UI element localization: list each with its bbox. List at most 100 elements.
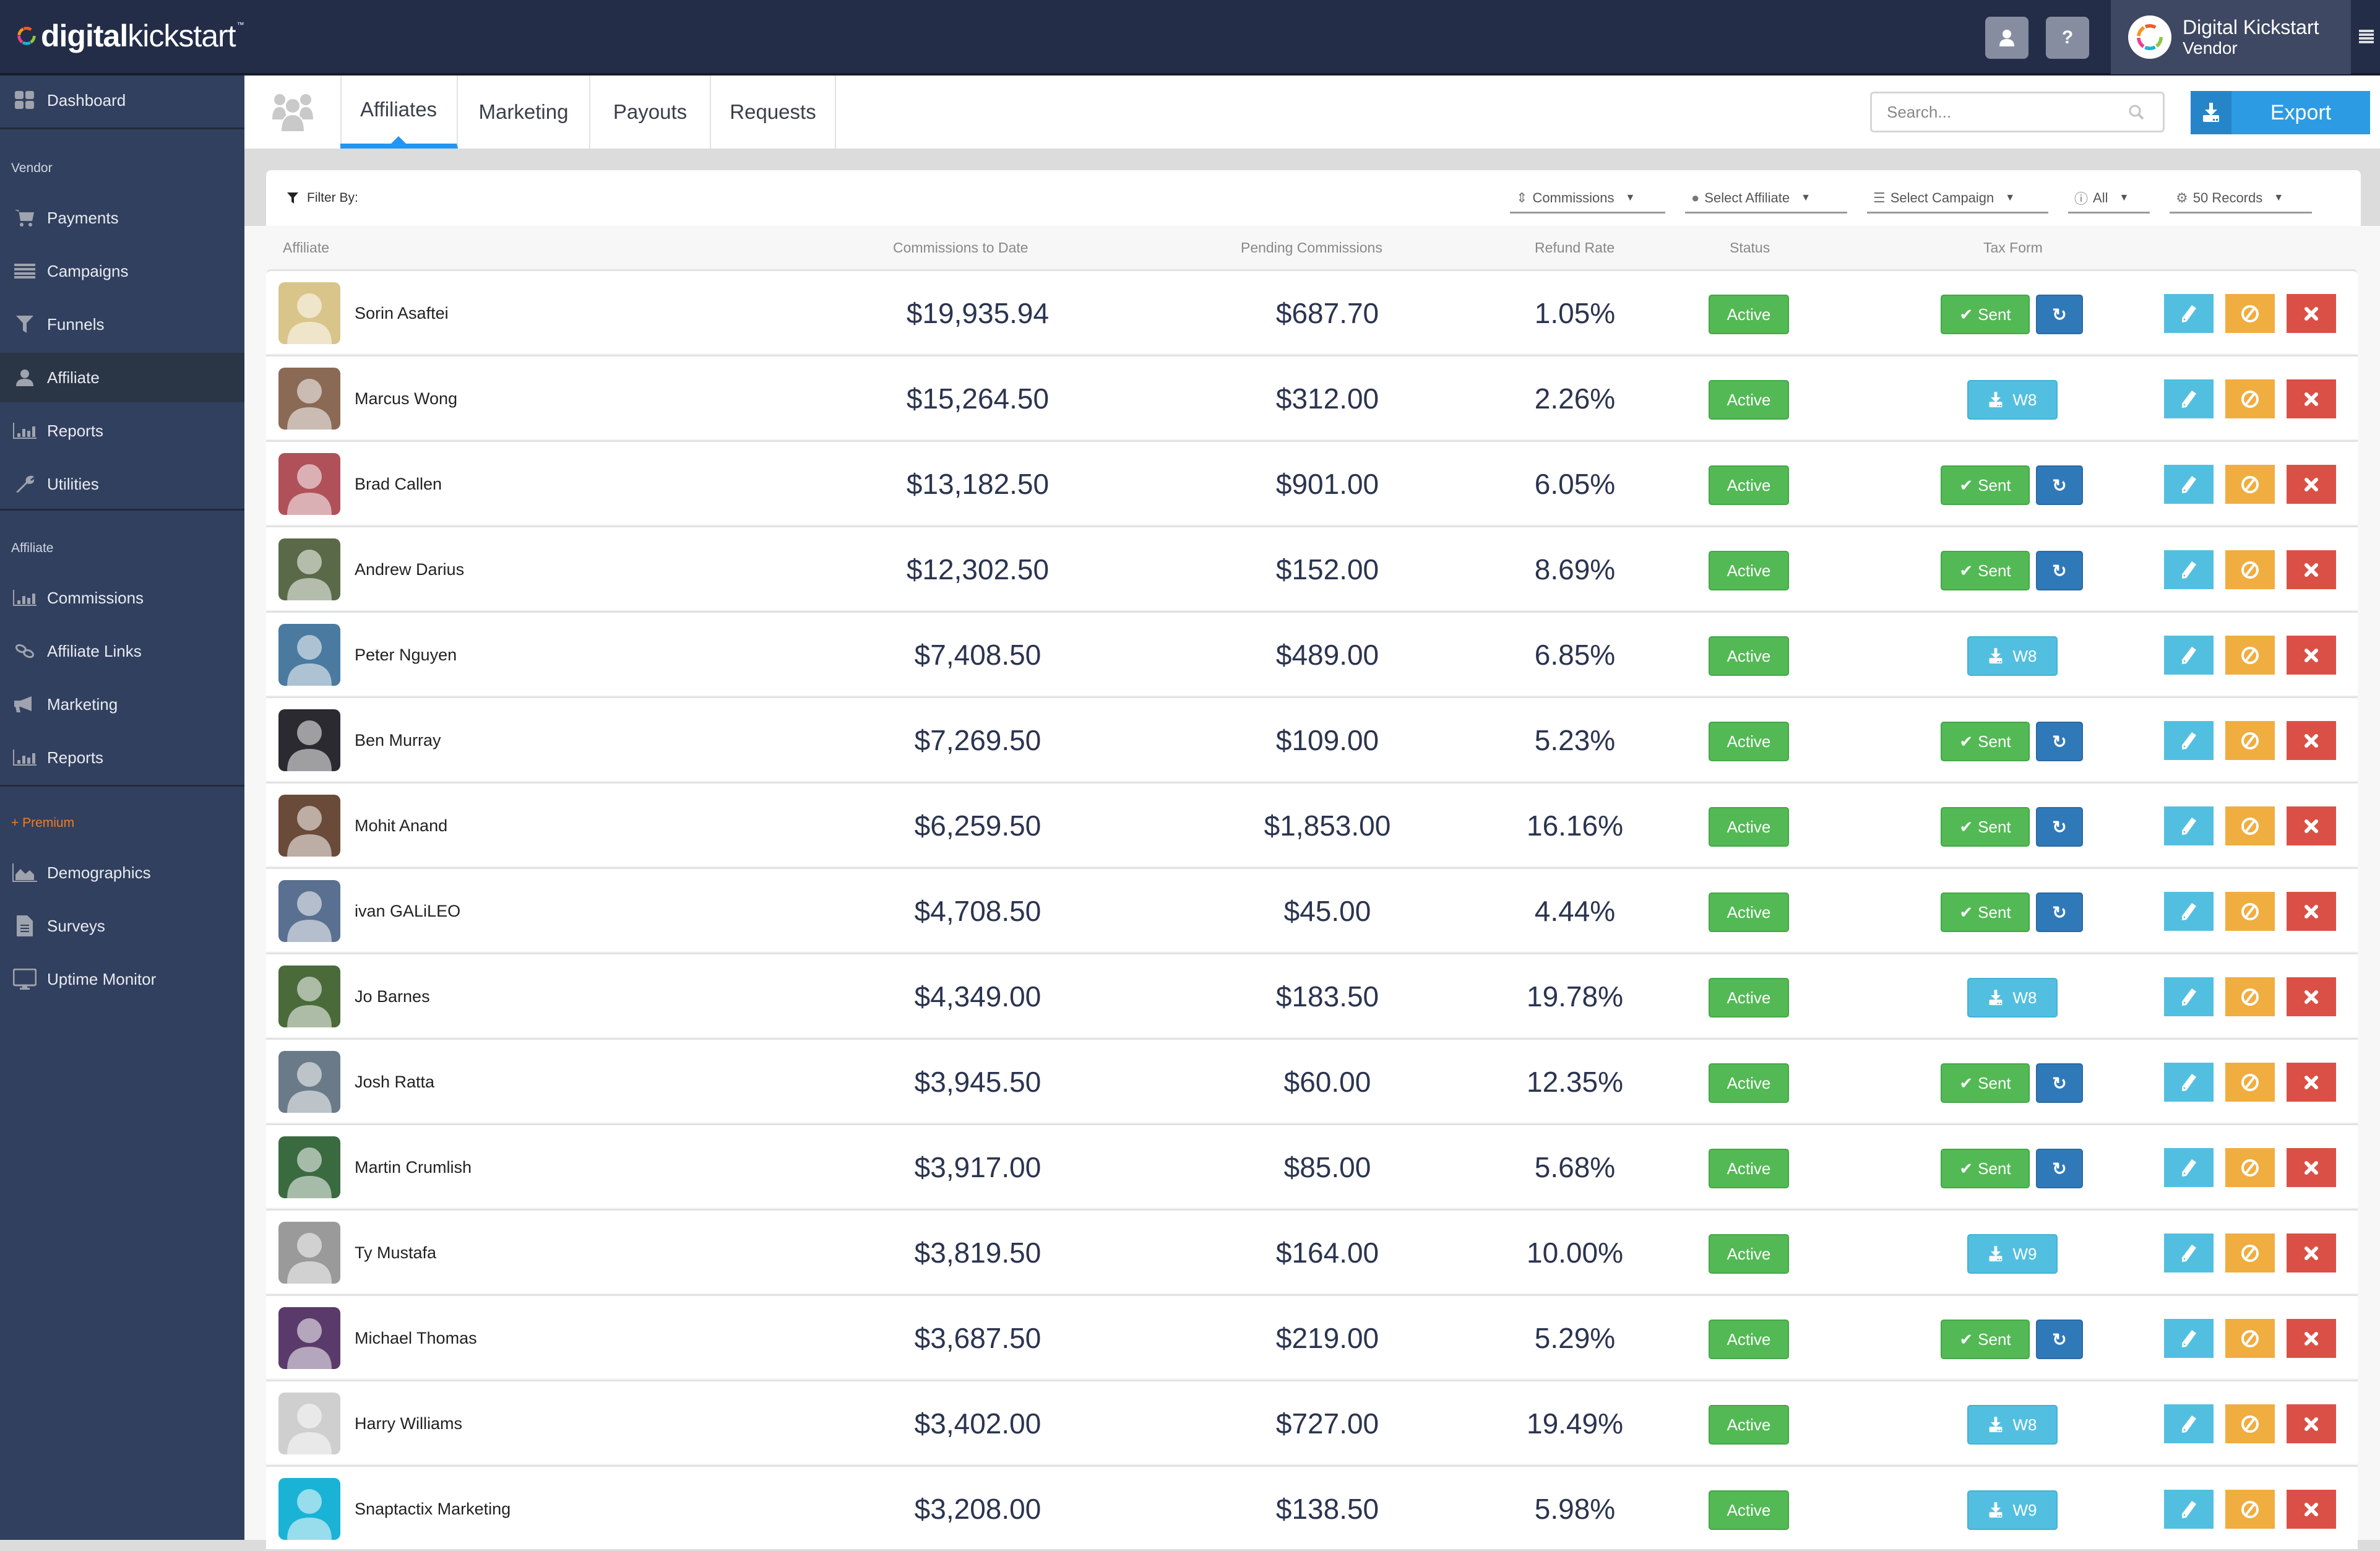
status-badge[interactable]: Active [1709,380,1789,420]
help-button[interactable]: ? [2046,17,2089,59]
campaign-dropdown[interactable]: ☰ Select Campaign ▼ [1867,184,2048,214]
suspend-button[interactable] [2225,465,2275,504]
avatar[interactable] [278,1478,340,1540]
avatar[interactable] [278,624,340,686]
sidebar-item-utilities[interactable]: Utilities [0,459,244,509]
affiliate-name[interactable]: Peter Nguyen [355,613,457,697]
tax-form-sent-button[interactable]: ✔ Sent [1941,1320,2030,1359]
edit-button[interactable] [2164,465,2214,504]
download-tax-form-button[interactable]: W9 [1967,1490,2058,1530]
status-badge[interactable]: Active [1709,1063,1789,1103]
avatar[interactable] [278,966,340,1027]
delete-button[interactable] [2287,636,2336,675]
delete-button[interactable] [2287,806,2336,845]
suspend-button[interactable] [2225,1148,2275,1187]
suspend-button[interactable] [2225,1490,2275,1529]
affiliate-name[interactable]: Mohit Anand [355,784,447,868]
edit-button[interactable] [2164,1490,2214,1529]
edit-button[interactable] [2164,294,2214,333]
delete-button[interactable] [2287,1490,2336,1529]
edit-button[interactable] [2164,1148,2214,1187]
suspend-button[interactable] [2225,892,2275,931]
resend-tax-form-button[interactable]: ↻ [2036,722,2083,761]
profile-button[interactable] [1985,17,2029,59]
logo[interactable]: digital kickstart ™ [15,17,244,54]
delete-button[interactable] [2287,465,2336,504]
avatar[interactable] [278,282,340,344]
status-dropdown[interactable]: ⓘ All ▼ [2068,184,2150,214]
suspend-button[interactable] [2225,1319,2275,1358]
sidebar-item-marketing[interactable]: Marketing [0,680,244,729]
resend-tax-form-button[interactable]: ↻ [2036,892,2083,932]
tab-affiliates[interactable]: Affiliates [340,76,458,149]
edit-button[interactable] [2164,1404,2214,1443]
suspend-button[interactable] [2225,806,2275,845]
status-badge[interactable]: Active [1709,722,1789,761]
menu-toggle-icon[interactable] [2359,30,2374,43]
suspend-button[interactable] [2225,1063,2275,1102]
delete-button[interactable] [2287,721,2336,760]
edit-button[interactable] [2164,1063,2214,1102]
tax-form-sent-button[interactable]: ✔ Sent [1941,807,2030,847]
resend-tax-form-button[interactable]: ↻ [2036,1063,2083,1103]
avatar[interactable] [278,453,340,515]
tax-form-sent-button[interactable]: ✔ Sent [1941,722,2030,761]
download-tax-form-button[interactable]: W8 [1967,978,2058,1017]
records-dropdown[interactable]: ⚙ 50 Records ▼ [2170,184,2312,214]
suspend-button[interactable] [2225,977,2275,1016]
tax-form-sent-button[interactable]: ✔ Sent [1941,892,2030,932]
search-input[interactable] [1886,102,2123,123]
delete-button[interactable] [2287,1233,2336,1272]
affiliate-name[interactable]: Andrew Darius [355,527,464,611]
search-icon[interactable] [2128,104,2144,120]
sidebar-item-affiliate-reports[interactable]: Reports [0,733,244,782]
download-tax-form-button[interactable]: W8 [1967,636,2058,676]
sidebar-item-campaigns[interactable]: Campaigns [0,246,244,296]
avatar[interactable] [278,1307,340,1369]
edit-button[interactable] [2164,721,2214,760]
status-badge[interactable]: Active [1709,1490,1789,1530]
resend-tax-form-button[interactable]: ↻ [2036,1149,2083,1188]
resend-tax-form-button[interactable]: ↻ [2036,465,2083,505]
delete-button[interactable] [2287,1319,2336,1358]
delete-button[interactable] [2287,379,2336,418]
sidebar-item-affiliate[interactable]: Affiliate [0,353,244,402]
suspend-button[interactable] [2225,379,2275,418]
status-badge[interactable]: Active [1709,1405,1789,1445]
download-tax-form-button[interactable]: W8 [1967,1405,2058,1445]
suspend-button[interactable] [2225,1404,2275,1443]
edit-button[interactable] [2164,892,2214,931]
avatar[interactable] [278,1393,340,1454]
affiliate-name[interactable]: Harry Williams [355,1381,462,1466]
status-badge[interactable]: Active [1709,551,1789,590]
edit-button[interactable] [2164,977,2214,1016]
edit-button[interactable] [2164,1319,2214,1358]
tab-marketing[interactable]: Marketing [458,76,590,149]
avatar[interactable] [278,368,340,430]
resend-tax-form-button[interactable]: ↻ [2036,1320,2083,1359]
status-badge[interactable]: Active [1709,1149,1789,1188]
download-tax-form-button[interactable]: W8 [1967,380,2058,420]
sidebar-item-dashboard[interactable]: Dashboard [0,76,244,125]
tab-requests[interactable]: Requests [711,76,836,149]
resend-tax-form-button[interactable]: ↻ [2036,295,2083,334]
delete-button[interactable] [2287,1404,2336,1443]
tax-form-sent-button[interactable]: ✔ Sent [1941,1149,2030,1188]
affiliate-name[interactable]: Ty Mustafa [355,1211,436,1295]
export-button[interactable]: Export [2191,91,2370,134]
delete-button[interactable] [2287,1063,2336,1102]
suspend-button[interactable] [2225,1233,2275,1272]
edit-button[interactable] [2164,806,2214,845]
suspend-button[interactable] [2225,294,2275,333]
resend-tax-form-button[interactable]: ↻ [2036,551,2083,590]
suspend-button[interactable] [2225,721,2275,760]
status-badge[interactable]: Active [1709,465,1789,505]
tab-payouts[interactable]: Payouts [590,76,711,149]
sidebar-item-funnels[interactable]: Funnels [0,300,244,349]
sort-dropdown[interactable]: ⇕ Commissions ▼ [1510,184,1665,214]
edit-button[interactable] [2164,1233,2214,1272]
status-badge[interactable]: Active [1709,978,1789,1017]
affiliate-name[interactable]: Snaptactix Marketing [355,1467,511,1551]
avatar[interactable] [278,1136,340,1198]
status-badge[interactable]: Active [1709,892,1789,932]
